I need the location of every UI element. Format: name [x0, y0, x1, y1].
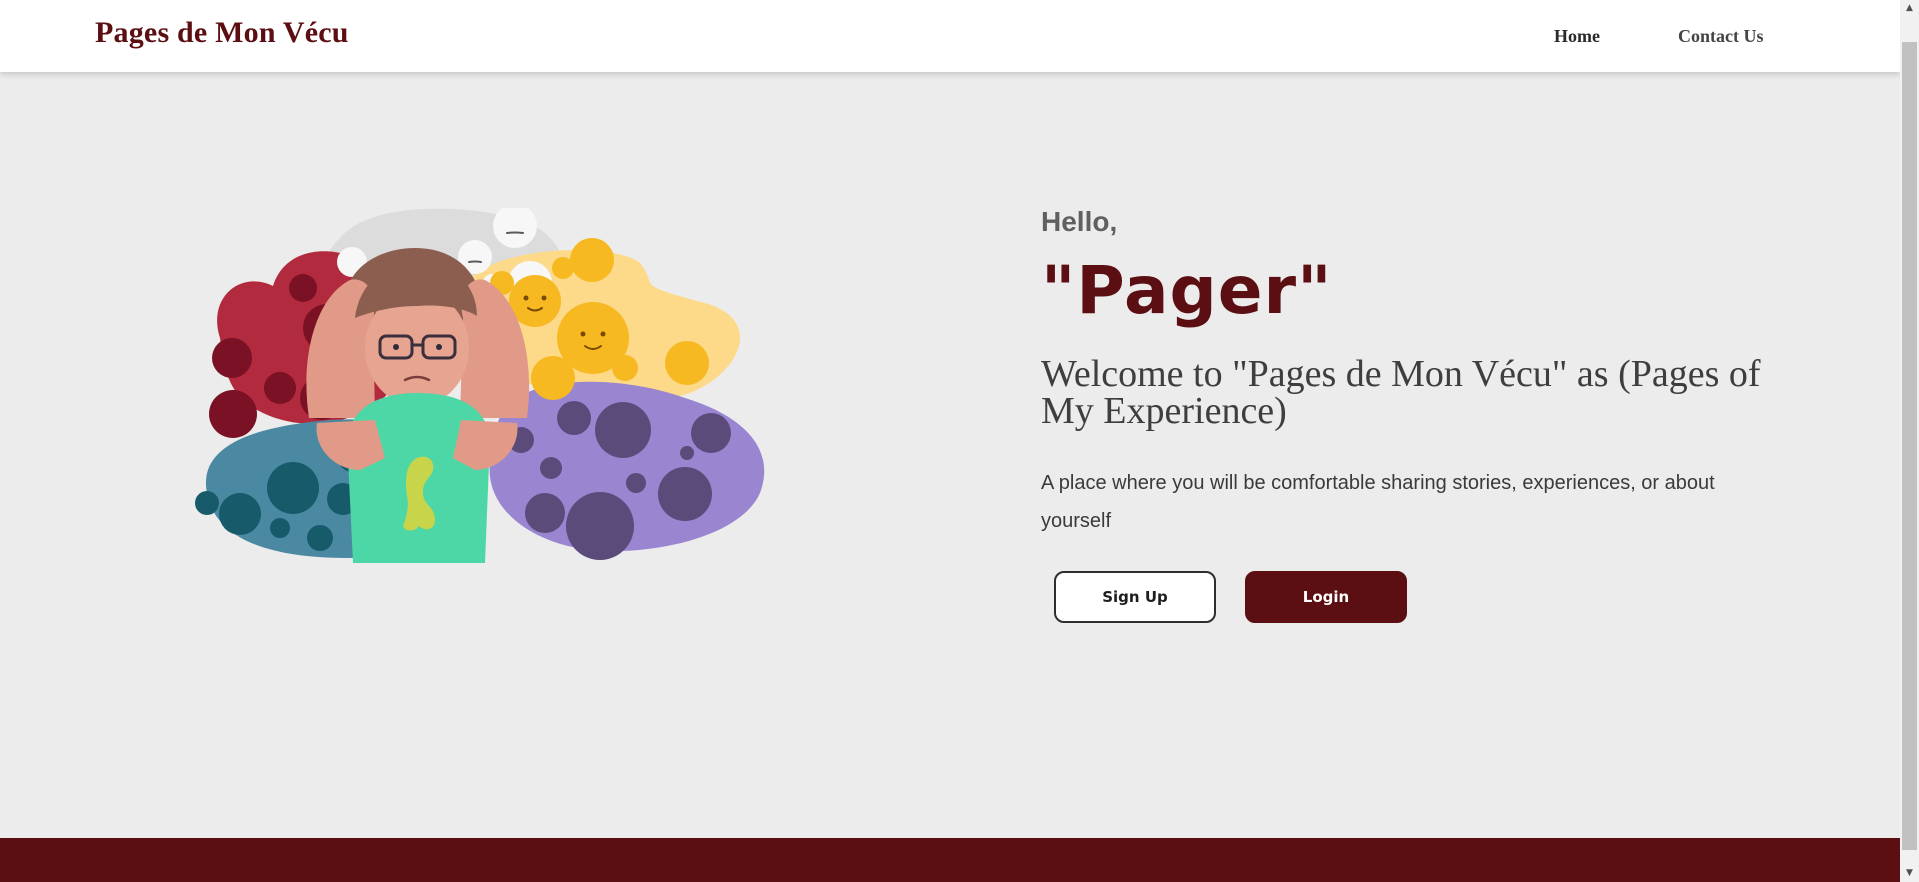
- navbar: Pages de Mon Vécu Home Contact Us: [0, 0, 1900, 72]
- scroll-down-arrow-icon[interactable]: ▼: [1900, 865, 1919, 882]
- scrollbar-thumb[interactable]: [1902, 42, 1917, 850]
- footer-bar: [0, 838, 1900, 882]
- signup-button[interactable]: Sign Up: [1054, 571, 1216, 623]
- nav-home-link[interactable]: Home: [1554, 26, 1600, 47]
- hero-illustration: [185, 204, 775, 568]
- hero-welcome-heading: Welcome to "Pages de Mon Vécu" as (Pages…: [1041, 353, 1761, 432]
- hero-tagline: A place where you will be comfortable sh…: [1041, 472, 1715, 532]
- brand-logo[interactable]: Pages de Mon Vécu: [95, 16, 349, 50]
- hero-greeting: Hello,: [1041, 206, 1118, 237]
- vertical-scrollbar[interactable]: ▲ ▼: [1900, 0, 1919, 882]
- scroll-up-arrow-icon[interactable]: ▲: [1900, 0, 1919, 17]
- hero-name: "Pager": [1041, 252, 1333, 329]
- login-button[interactable]: Login: [1245, 571, 1407, 623]
- nav-contact-link[interactable]: Contact Us: [1678, 26, 1764, 47]
- stressed-girl-illustration: [195, 204, 765, 563]
